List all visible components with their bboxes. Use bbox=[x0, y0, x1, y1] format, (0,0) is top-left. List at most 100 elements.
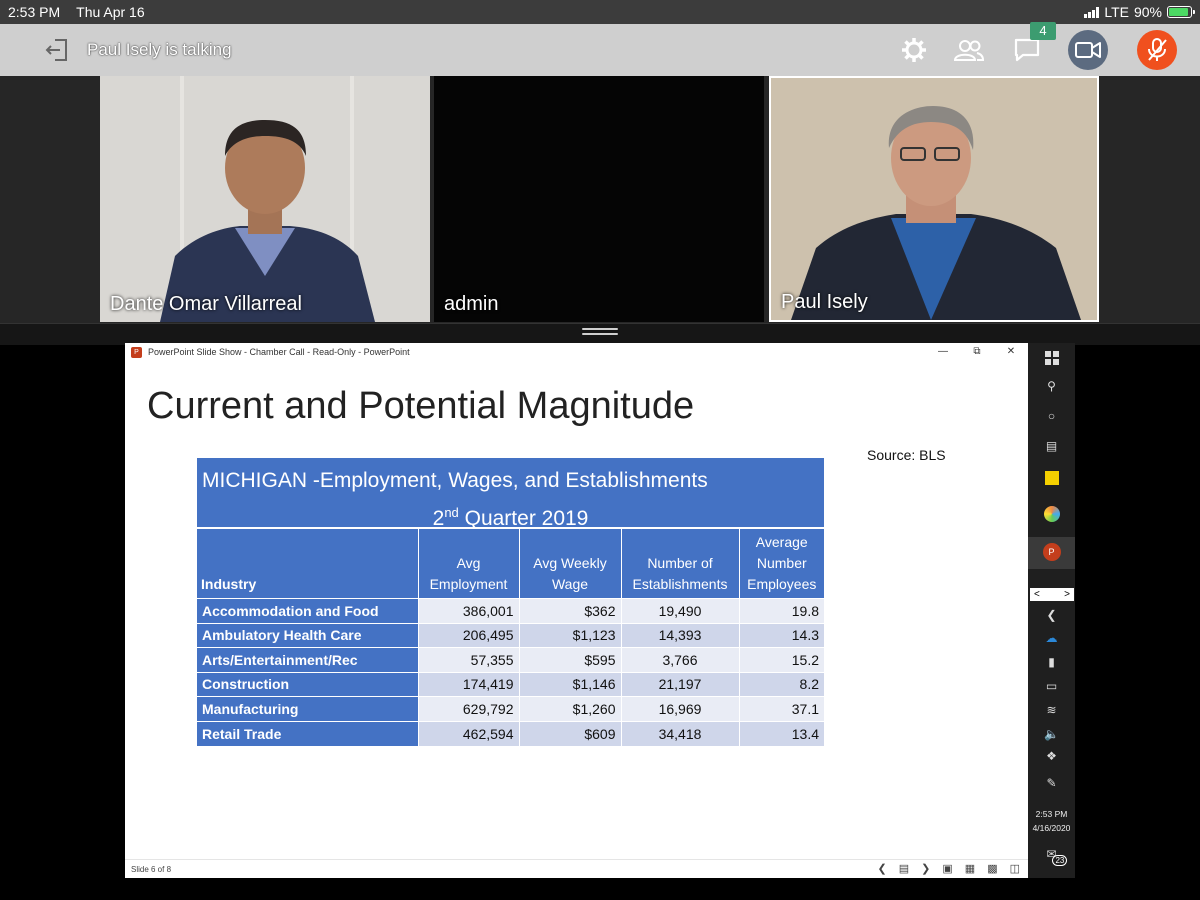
participant-name: Dante Omar Villarreal bbox=[110, 293, 302, 315]
participants-icon[interactable] bbox=[951, 32, 987, 68]
participant-video bbox=[771, 78, 1097, 320]
normal-view-icon[interactable]: ▣ bbox=[942, 862, 952, 875]
cell-wage: $595 bbox=[518, 647, 621, 672]
minimize-icon[interactable]: — bbox=[926, 343, 960, 361]
chevron-left-icon: < bbox=[1034, 589, 1040, 600]
data-table: MICHIGAN -Employment, Wages, and Establi… bbox=[197, 458, 824, 746]
video-tile-dante[interactable]: Dante Omar Villarreal bbox=[100, 76, 430, 322]
wifi-icon[interactable]: ≋ bbox=[1028, 703, 1075, 717]
cell-avg-employees: 8.2 bbox=[738, 671, 824, 697]
table-row: Arts/Entertainment/Rec 57,355 $595 3,766… bbox=[197, 647, 824, 672]
usb-icon[interactable]: ▮ bbox=[1028, 655, 1075, 669]
cell-establishments: 34,418 bbox=[620, 720, 739, 746]
speaker-status: Paul Isely is talking bbox=[87, 40, 232, 59]
chat-badge: 4 bbox=[1030, 22, 1056, 40]
reading-view-icon[interactable]: ▩ bbox=[987, 862, 997, 875]
table-row: Manufacturing 629,792 $1,260 16,969 37.1 bbox=[197, 696, 824, 721]
cell-wage: $1,146 bbox=[518, 671, 621, 697]
cell-avg-employees: 19.8 bbox=[738, 598, 824, 623]
sticky-notes-icon[interactable] bbox=[1028, 471, 1075, 488]
header-avg-weekly-wage: Avg Weekly Wage bbox=[518, 527, 621, 599]
window-title: PowerPoint Slide Show - Chamber Call - R… bbox=[148, 347, 410, 357]
gear-icon[interactable] bbox=[896, 32, 932, 68]
cell-employment: 174,419 bbox=[417, 671, 519, 697]
cell-industry: Ambulatory Health Care bbox=[197, 622, 418, 648]
table-title-line1: MICHIGAN -Employment, Wages, and Establi… bbox=[202, 469, 708, 492]
windows-taskbar: ⚲ ○ ▤ P < > ❮ ☁ ▮ ▭ ≋ 🔈 ❖ ✎ 2:53 PM 4/16/… bbox=[1028, 343, 1075, 878]
table-row: Retail Trade 462,594 $609 34,418 13.4 bbox=[197, 720, 824, 746]
pen-icon[interactable]: ✎ bbox=[1028, 776, 1075, 790]
video-tile-paul[interactable]: Paul Isely bbox=[769, 76, 1099, 322]
taskbar-scroll[interactable]: < > bbox=[1030, 588, 1074, 601]
table-header-row: Industry Avg Employment Avg Weekly Wage Nu… bbox=[197, 527, 824, 599]
slideshow-status-bar: Slide 6 of 8 ❮ ▤ ❯ ▣ ▦ ▩ ◫ bbox=[125, 859, 1028, 878]
cell-industry: Retail Trade bbox=[197, 720, 418, 746]
header-industry: Industry bbox=[197, 527, 418, 599]
slide: Current and Potential Magnitude Source: … bbox=[133, 361, 1021, 859]
notification-icon[interactable]: ✉ 23 bbox=[1028, 847, 1075, 866]
task-view-icon[interactable]: ▤ bbox=[1028, 439, 1075, 453]
signal-icon bbox=[1084, 6, 1100, 18]
cell-industry: Manufacturing bbox=[197, 696, 418, 721]
split-divider[interactable] bbox=[0, 323, 1200, 345]
mic-muted-icon bbox=[1148, 38, 1167, 61]
close-icon[interactable]: ✕ bbox=[994, 343, 1028, 361]
volume-icon[interactable]: 🔈 bbox=[1028, 727, 1075, 741]
cell-employment: 386,001 bbox=[417, 598, 519, 623]
leave-icon[interactable] bbox=[44, 36, 72, 64]
cell-employment: 462,594 bbox=[417, 720, 519, 746]
slide-sorter-icon[interactable]: ▦ bbox=[965, 862, 975, 875]
ios-status-bar: 2:53 PM Thu Apr 16 LTE 90% bbox=[0, 0, 1200, 24]
video-tile-admin[interactable]: admin bbox=[434, 76, 764, 322]
windows-start-icon[interactable] bbox=[1028, 351, 1075, 368]
participant-video bbox=[100, 76, 430, 322]
table-row: Ambulatory Health Care 206,495 $1,123 14… bbox=[197, 622, 824, 648]
onedrive-icon[interactable]: ☁ bbox=[1028, 631, 1075, 645]
cell-avg-employees: 13.4 bbox=[738, 720, 824, 746]
battery-percent: 90% bbox=[1133, 4, 1162, 20]
header-avg-employment: Avg Employment bbox=[417, 527, 519, 599]
notification-count: 23 bbox=[1052, 855, 1068, 866]
cell-avg-employees: 14.3 bbox=[738, 622, 824, 648]
cell-industry: Construction bbox=[197, 671, 418, 697]
participant-name: admin bbox=[444, 293, 499, 315]
cell-establishments: 19,490 bbox=[620, 598, 739, 623]
cell-establishments: 3,766 bbox=[620, 647, 739, 672]
taskbar-date[interactable]: 4/16/2020 bbox=[1028, 823, 1075, 833]
cell-wage: $1,260 bbox=[518, 696, 621, 721]
taskbar-time[interactable]: 2:53 PM bbox=[1028, 809, 1075, 819]
next-slide-icon[interactable]: ❯ bbox=[921, 862, 930, 875]
previous-slide-icon[interactable]: ❮ bbox=[878, 862, 887, 875]
battery-tray-icon[interactable]: ▭ bbox=[1028, 679, 1075, 693]
slide-title: Current and Potential Magnitude bbox=[147, 385, 695, 427]
table-row: Construction 174,419 $1,146 21,197 8.2 bbox=[197, 671, 824, 697]
cortana-icon[interactable]: ○ bbox=[1028, 409, 1075, 423]
cell-employment: 206,495 bbox=[417, 622, 519, 648]
drag-handle-icon[interactable] bbox=[582, 328, 618, 338]
powerpoint-window: P PowerPoint Slide Show - Chamber Call -… bbox=[125, 343, 1028, 878]
cell-employment: 57,355 bbox=[417, 647, 519, 672]
meeting-toolbar: Paul Isely is talking 4 bbox=[0, 22, 1200, 76]
cell-wage: $1,123 bbox=[518, 622, 621, 648]
camera-button[interactable] bbox=[1068, 30, 1108, 70]
powerpoint-logo-icon: P bbox=[131, 346, 142, 358]
browser-icon[interactable] bbox=[1028, 506, 1075, 525]
slideshow-icon[interactable]: ◫ bbox=[1010, 862, 1020, 875]
mute-button[interactable] bbox=[1137, 30, 1177, 70]
cell-industry: Accommodation and Food bbox=[197, 598, 418, 623]
cell-establishments: 16,969 bbox=[620, 696, 739, 721]
powerpoint-taskbar-icon[interactable]: P bbox=[1028, 537, 1075, 569]
video-strip: Dante Omar Villarreal admin Paul Isely bbox=[0, 76, 1200, 324]
slide-list-icon[interactable]: ▤ bbox=[899, 862, 909, 875]
tray-expand-icon[interactable]: ❮ bbox=[1028, 608, 1075, 622]
cell-establishments: 14,393 bbox=[620, 622, 739, 648]
battery-icon bbox=[1167, 6, 1195, 18]
cell-employment: 629,792 bbox=[417, 696, 519, 721]
search-icon[interactable]: ⚲ bbox=[1028, 379, 1075, 393]
slide-indicator: Slide 6 of 8 bbox=[131, 864, 172, 874]
dropbox-icon[interactable]: ❖ bbox=[1028, 749, 1075, 763]
restore-icon[interactable]: ⧉ bbox=[960, 343, 994, 361]
shared-screen: P PowerPoint Slide Show - Chamber Call -… bbox=[125, 343, 1075, 878]
network-label: LTE bbox=[1104, 4, 1129, 20]
source-note: Source: BLS bbox=[867, 447, 946, 463]
